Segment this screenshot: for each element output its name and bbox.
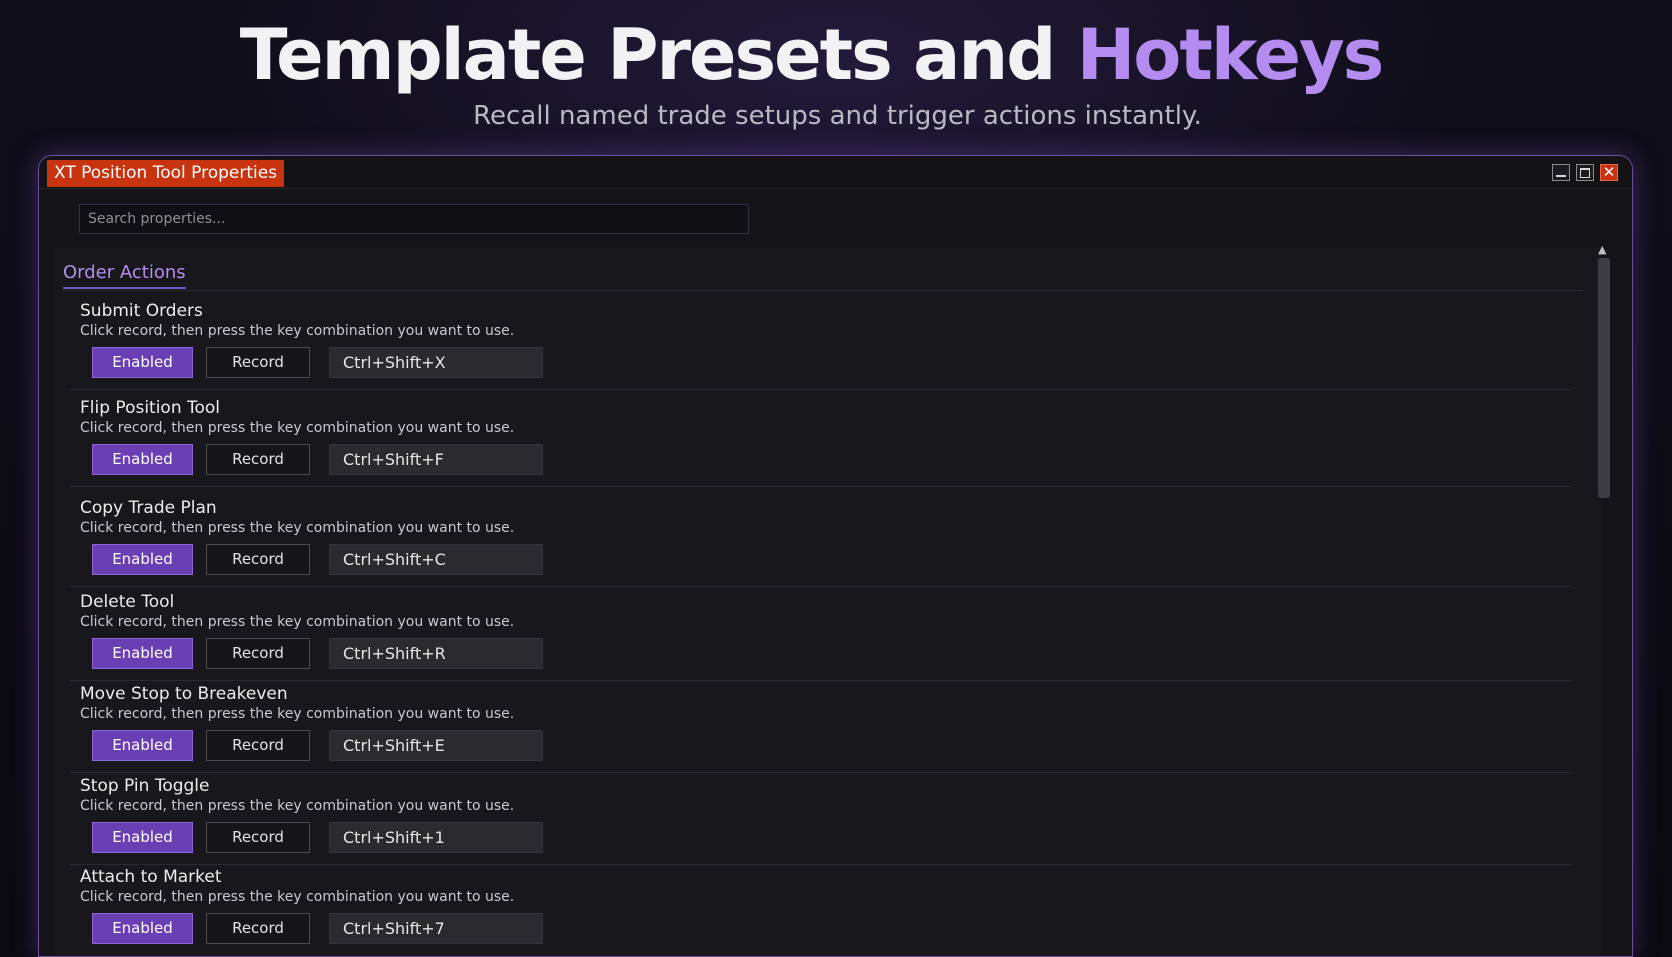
scroll-up-icon[interactable]: ▲ [1598,244,1606,255]
hotkey-action-name: Submit Orders [80,301,203,321]
hotkey-action-description: Click record, then press the key combina… [80,323,515,339]
search-input[interactable] [79,204,749,234]
maximize-icon[interactable] [1576,164,1594,181]
record-button[interactable]: Record [206,638,310,669]
hotkey-action-description: Click record, then press the key combina… [80,706,515,722]
window-title: XT Position Tool Properties [47,160,285,187]
page-title: Template Presets and Hotkeys [0,14,1622,96]
record-button[interactable]: Record [206,913,310,944]
enabled-toggle-button[interactable]: Enabled [92,347,193,378]
record-button[interactable]: Record [206,544,310,575]
record-button[interactable]: Record [206,347,310,378]
enabled-toggle-button[interactable]: Enabled [92,822,193,853]
window-titlebar[interactable]: XT Position Tool Properties ✕ [39,156,1632,189]
hotkey-action-description: Click record, then press the key combina… [80,520,515,536]
hotkey-action-name: Stop Pin Toggle [80,776,210,796]
hotkey-action-description: Click record, then press the key combina… [80,798,515,814]
hotkey-field[interactable]: Ctrl+Shift+1 [329,822,543,853]
hotkey-action-name: Attach to Market [80,867,222,887]
hotkey-field[interactable]: Ctrl+Shift+X [329,347,543,378]
enabled-toggle-button[interactable]: Enabled [92,444,193,475]
section-title-order-actions: Order Actions [63,262,186,289]
hotkey-action-name: Move Stop to Breakeven [80,684,288,704]
enabled-toggle-button[interactable]: Enabled [92,638,193,669]
hotkey-action-description: Click record, then press the key combina… [80,420,515,436]
page-title-main: Template Presets and [239,14,1077,96]
hotkey-action-description: Click record, then press the key combina… [80,889,515,905]
close-glyph: ✕ [1602,163,1616,181]
hotkey-field[interactable]: Ctrl+Shift+R [329,638,543,669]
page-title-accent: Hotkeys [1076,14,1385,96]
hotkey-action-name: Flip Position Tool [80,398,221,418]
hotkey-field[interactable]: Ctrl+Shift+7 [329,913,543,944]
hotkey-field[interactable]: Ctrl+Shift+C [329,544,543,575]
enabled-toggle-button[interactable]: Enabled [92,544,193,575]
enabled-toggle-button[interactable]: Enabled [92,913,193,944]
row-divider [70,389,1572,390]
enabled-toggle-button[interactable]: Enabled [92,730,193,761]
hotkey-field[interactable]: Ctrl+Shift+F [329,444,543,475]
page-subtitle: Recall named trade setups and trigger ac… [473,101,1202,131]
record-button[interactable]: Record [206,444,310,475]
close-icon[interactable]: ✕ [1600,163,1618,181]
record-button[interactable]: Record [206,730,310,761]
row-divider [70,586,1572,587]
row-divider [70,680,1572,681]
row-divider [70,486,1572,487]
hotkey-field[interactable]: Ctrl+Shift+E [329,730,543,761]
record-button[interactable]: Record [206,822,310,853]
hotkey-action-name: Copy Trade Plan [80,498,217,518]
row-divider [70,772,1572,773]
hotkey-action-description: Click record, then press the key combina… [80,614,515,630]
hotkey-action-name: Delete Tool [80,592,175,612]
minimize-icon[interactable] [1552,164,1570,181]
row-divider [70,864,1572,865]
scrollbar-thumb[interactable] [1598,258,1610,498]
section-divider [63,290,1583,291]
